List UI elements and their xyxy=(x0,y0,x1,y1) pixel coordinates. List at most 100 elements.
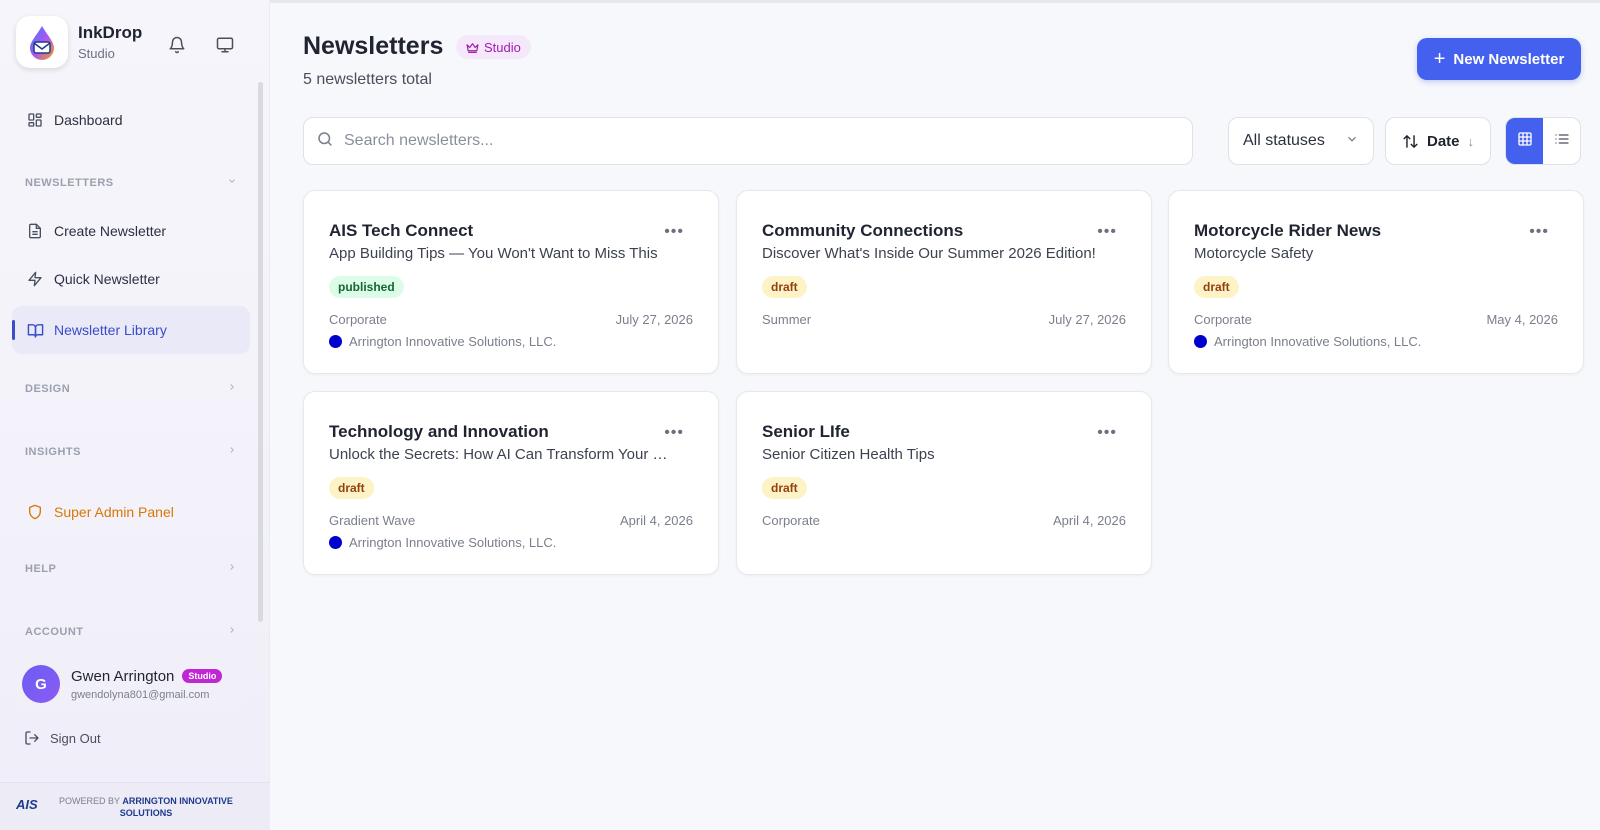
section-label: NEWSLETTERS xyxy=(25,176,114,189)
new-newsletter-button[interactable]: + New Newsletter xyxy=(1417,38,1581,80)
view-toggle xyxy=(1505,117,1581,165)
powered-by-text: POWERED BY ARRINGTON INNOVATIVE SOLUTION… xyxy=(46,795,246,819)
dashboard-grid-icon xyxy=(26,111,44,129)
card-category: Corporate xyxy=(762,513,820,528)
card-title: Community Connections xyxy=(762,221,964,240)
card-subtitle: Discover What's Inside Our Summer 2026 E… xyxy=(762,245,1096,262)
sidebar-item-label: Newsletter Library xyxy=(54,322,167,338)
card-subtitle: Unlock the Secrets: How AI Can Transform… xyxy=(329,446,669,463)
org-color-dot xyxy=(329,536,342,549)
search-input[interactable] xyxy=(344,132,1164,150)
chevron-right-icon xyxy=(227,382,237,395)
org-name: Arrington Innovative Solutions, LLC. xyxy=(349,535,557,550)
monitor-icon[interactable] xyxy=(213,33,237,57)
sort-arrows-icon xyxy=(1402,133,1419,150)
sidebar-item-label: Quick Newsletter xyxy=(54,271,160,287)
newsletter-card[interactable]: AIS Tech Connect ••• App Building Tips —… xyxy=(303,190,719,374)
user-name: Gwen Arrington xyxy=(71,667,175,685)
list-view-button[interactable] xyxy=(1543,118,1580,164)
org-name: Arrington Innovative Solutions, LLC. xyxy=(1214,334,1422,349)
avatar: G xyxy=(22,665,60,703)
lightning-icon xyxy=(26,270,44,288)
sort-label: Date xyxy=(1426,132,1460,150)
studio-badge: Studio xyxy=(456,35,531,59)
main-content: Newsletters Studio 5 newsletters total +… xyxy=(270,0,1600,830)
sidebar-item-super-admin-panel[interactable]: Super Admin Panel xyxy=(12,488,250,536)
grid-view-button[interactable] xyxy=(1506,118,1543,164)
sign-out-label: Sign Out xyxy=(50,730,101,746)
newsletter-card[interactable]: Senior LIfe ••• Senior Citizen Health Ti… xyxy=(736,391,1152,575)
section-newsletters[interactable]: NEWSLETTERS xyxy=(25,176,237,189)
status-filter-value: All statuses xyxy=(1243,132,1325,149)
more-options-icon[interactable]: ••• xyxy=(664,424,684,442)
more-options-icon[interactable]: ••• xyxy=(1097,223,1117,241)
sidebar-item-create-newsletter[interactable]: Create Newsletter xyxy=(12,207,250,255)
card-date: July 27, 2026 xyxy=(1048,312,1126,327)
newsletter-card[interactable]: Motorcycle Rider News ••• Motorcycle Saf… xyxy=(1168,190,1584,374)
brand[interactable]: InkDrop Studio xyxy=(16,16,142,68)
sidebar-item-quick-newsletter[interactable]: Quick Newsletter xyxy=(12,255,250,303)
sign-out-button[interactable]: Sign Out xyxy=(24,730,101,746)
more-options-icon[interactable]: ••• xyxy=(664,223,684,241)
sidebar-item-label: Super Admin Panel xyxy=(54,504,174,520)
company-name: ARRINGTON INNOVATIVE SOLUTIONS xyxy=(119,796,233,818)
list-icon xyxy=(1554,131,1570,152)
newsletter-card[interactable]: Technology and Innovation ••• Unlock the… xyxy=(303,391,719,575)
sidebar-item-newsletter-library[interactable]: Newsletter Library xyxy=(12,306,250,354)
brand-name: InkDrop xyxy=(78,23,143,42)
status-badge: draft xyxy=(762,477,807,499)
status-badge: draft xyxy=(762,276,807,298)
card-category: Summer xyxy=(762,312,812,327)
newsletter-count: 5 newsletters total xyxy=(303,71,432,88)
ais-logo: AIS xyxy=(16,797,38,812)
sort-direction-icon: ↓ xyxy=(1467,133,1475,149)
status-filter-select[interactable]: All statuses xyxy=(1228,117,1374,165)
section-account[interactable]: ACCOUNT xyxy=(25,625,237,638)
card-title: Motorcycle Rider News xyxy=(1194,221,1382,240)
sidebar-item-label: Create Newsletter xyxy=(54,223,167,239)
brand-subtitle: Studio xyxy=(78,46,115,61)
card-title: Technology and Innovation xyxy=(329,422,549,441)
status-badge: draft xyxy=(329,477,374,499)
chevron-right-icon xyxy=(227,445,237,458)
card-title: AIS Tech Connect xyxy=(329,221,474,240)
card-date: April 4, 2026 xyxy=(1053,513,1126,528)
bell-icon[interactable] xyxy=(165,33,189,57)
file-text-icon xyxy=(26,222,44,240)
sidebar-scrollbar[interactable] xyxy=(258,82,263,622)
section-help[interactable]: HELP xyxy=(25,562,237,575)
org-name: Arrington Innovative Solutions, LLC. xyxy=(349,334,557,349)
card-subtitle: Senior Citizen Health Tips xyxy=(762,446,935,463)
studio-badge-label: Studio xyxy=(484,39,521,55)
new-newsletter-label: New Newsletter xyxy=(1453,50,1565,68)
card-date: April 4, 2026 xyxy=(620,513,693,528)
card-date: July 27, 2026 xyxy=(615,312,693,327)
sidebar-item-label: Dashboard xyxy=(54,112,123,128)
org-color-dot xyxy=(329,335,342,348)
more-options-icon[interactable]: ••• xyxy=(1097,424,1117,442)
section-insights[interactable]: INSIGHTS xyxy=(25,445,237,458)
sort-date-button[interactable]: Date ↓ xyxy=(1385,117,1491,165)
card-date: May 4, 2026 xyxy=(1486,312,1558,327)
plus-icon: + xyxy=(1433,47,1446,70)
grid-icon xyxy=(1517,131,1533,152)
section-label: ACCOUNT xyxy=(25,625,84,638)
status-badge: published xyxy=(329,276,404,298)
section-label: INSIGHTS xyxy=(25,445,81,458)
card-organization: Arrington Innovative Solutions, LLC. xyxy=(329,334,556,349)
section-design[interactable]: DESIGN xyxy=(25,382,237,395)
chevron-right-icon xyxy=(227,625,237,638)
section-label: DESIGN xyxy=(25,382,71,395)
newsletter-card[interactable]: Community Connections ••• Discover What'… xyxy=(736,190,1152,374)
user-profile-card[interactable]: G Gwen Arrington Studio gwendolyna801@gm… xyxy=(14,655,246,713)
card-category: Gradient Wave xyxy=(329,513,416,528)
org-color-dot xyxy=(1194,335,1207,348)
card-title: Senior LIfe xyxy=(762,422,850,441)
user-email: gwendolyna801@gmail.com xyxy=(71,688,210,701)
page-title: Newsletters xyxy=(303,32,444,60)
powered-label: POWERED BY xyxy=(59,796,120,806)
sidebar-item-dashboard[interactable]: Dashboard xyxy=(12,96,250,144)
card-category: Corporate xyxy=(1194,312,1252,327)
more-options-icon[interactable]: ••• xyxy=(1529,223,1549,241)
plan-badge: Studio xyxy=(182,669,223,683)
